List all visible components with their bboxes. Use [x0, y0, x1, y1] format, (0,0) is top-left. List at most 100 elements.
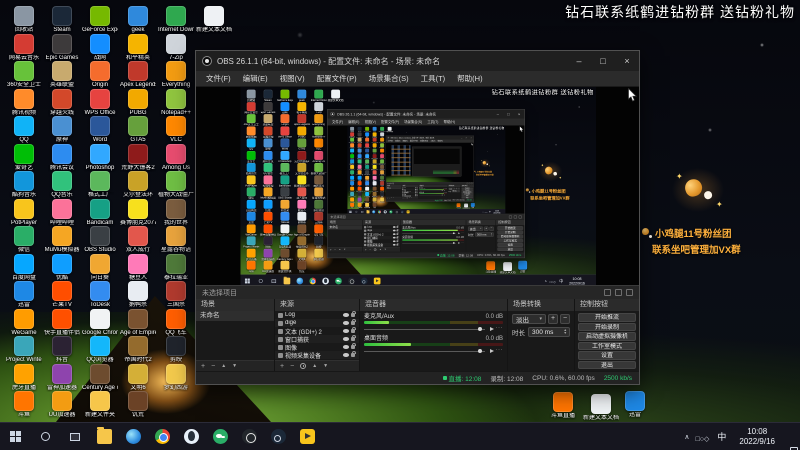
tray-expand-icon[interactable]: ∧: [684, 433, 689, 441]
visibility-icon[interactable]: [343, 337, 349, 341]
source-up-button[interactable]: ▲: [312, 363, 317, 369]
desktop-icon[interactable]: Age of Empires IV: [120, 308, 156, 337]
desktop-icon[interactable]: WeGame: [6, 308, 42, 337]
desktop-icon[interactable]: 百度网盘: [6, 253, 42, 282]
slider-handle[interactable]: [477, 348, 483, 353]
desktop-icon[interactable]: Origin: [82, 61, 118, 89]
grid-mode-icon[interactable]: [615, 289, 622, 296]
desktop-icon[interactable]: 新建文本文档: [583, 394, 619, 422]
desktop-icon[interactable]: 快手直播伴侣: [44, 308, 80, 337]
desktop-icon[interactable]: 梦幻西游: [158, 363, 194, 392]
desktop-icon[interactable]: 饥荒: [120, 391, 156, 419]
taskbar-qq-icon[interactable]: [184, 429, 199, 444]
desktop-icon[interactable]: PUBG: [120, 88, 156, 117]
search-button[interactable]: [30, 423, 60, 450]
desktop-icon[interactable]: 文明6: [120, 363, 156, 392]
desktop-icon[interactable]: Epic Games: [44, 33, 80, 62]
menu-item-5[interactable]: 工具(T): [415, 73, 452, 84]
desktop-icon[interactable]: 和平精英: [120, 33, 156, 62]
scene-up-button[interactable]: ▲: [221, 363, 226, 369]
taskbar-wechat-icon[interactable]: [213, 429, 228, 444]
obs-titlebar[interactable]: OBS 26.1.1 (64-bit, windows) - 配置文件: 未命名…: [196, 51, 639, 71]
obs-preview[interactable]: 回收站 网易云音乐 360安全卫士 腾讯视频 QQ 爱奇艺 酷狗音乐 PotPlayer 微信百…: [196, 87, 639, 285]
desktop-icon[interactable]: QQ浏览器: [82, 336, 118, 364]
desktop-icon[interactable]: geek: [120, 6, 156, 34]
task-view-button[interactable]: [60, 423, 90, 450]
taskbar-obs-icon[interactable]: [242, 429, 257, 444]
menu-item-3[interactable]: 配置文件(P): [311, 73, 363, 84]
desktop-icon[interactable]: Photoshop: [82, 143, 118, 172]
desktop-icon[interactable]: MuMu模拟器: [44, 226, 80, 254]
desktop-icon[interactable]: ToDesk: [82, 281, 118, 309]
input-method-indicator[interactable]: 中: [715, 430, 728, 443]
desktop-icon[interactable]: 芒果TV: [44, 281, 80, 309]
desktop-icon[interactable]: 回收站: [6, 6, 42, 34]
desktop-icon[interactable]: UU加速器: [44, 391, 80, 419]
lock-icon[interactable]: [351, 335, 356, 341]
desktop-icon[interactable]: Everything: [158, 61, 194, 89]
desktop-icon[interactable]: 双人成行: [120, 226, 156, 254]
maximize-button[interactable]: □: [591, 51, 615, 71]
desktop-icon[interactable]: 艾尔登法环: [120, 171, 156, 199]
obs-studio-mode-button[interactable]: 工作室模式: [578, 341, 636, 350]
source-down-button[interactable]: ▼: [323, 363, 328, 369]
desktop-icon[interactable]: PotPlayer: [6, 198, 42, 227]
desktop-icon[interactable]: 抖音: [44, 336, 80, 364]
desktop-icon[interactable]: 新建文本文档: [196, 6, 232, 34]
visibility-icon[interactable]: [343, 353, 349, 357]
taskbar-steam-icon[interactable]: [271, 429, 286, 444]
desktop-icon[interactable]: 虎牙直播: [6, 363, 42, 392]
desktop-icon[interactable]: WPS Office: [82, 88, 118, 117]
close-button[interactable]: ×: [615, 51, 639, 71]
desktop-icon[interactable]: GTA5: [120, 116, 156, 144]
scene-item[interactable]: 未命名: [196, 311, 274, 321]
desktop-icon[interactable]: QQ音乐: [44, 171, 80, 199]
scene-down-button[interactable]: ▼: [232, 363, 237, 369]
lock-icon[interactable]: [351, 351, 356, 357]
desktop-icon[interactable]: 斗鱼: [6, 391, 42, 419]
menu-item-4[interactable]: 场景集合(S): [363, 73, 415, 84]
speaker-icon[interactable]: [490, 326, 494, 331]
desktop-icon[interactable]: 迅雷: [617, 391, 653, 419]
desktop-icon[interactable]: 剪映: [158, 336, 194, 364]
desktop-icon[interactable]: 格式工厂: [82, 171, 118, 199]
obs-settings-button[interactable]: 设置: [578, 351, 636, 360]
transition-select[interactable]: 淡出 ▾: [512, 314, 546, 324]
remove-transition-button[interactable]: −: [560, 314, 570, 324]
channel-options-icon[interactable]: ···: [496, 347, 504, 353]
taskbar-potplayer-icon[interactable]: [300, 429, 315, 444]
volume-slider[interactable]: ···: [364, 325, 503, 332]
menu-item-1[interactable]: 编辑(E): [237, 73, 274, 84]
visibility-icon[interactable]: [343, 321, 349, 325]
lock-icon[interactable]: [351, 343, 356, 349]
desktop-icon[interactable]: 向日葵: [82, 253, 118, 282]
desktop-icon[interactable]: 泰拉瑞亚: [158, 253, 194, 282]
desktop-icon[interactable]: 腾讯视频: [6, 88, 42, 117]
desktop-icon[interactable]: GeForce Experience: [82, 6, 118, 34]
obs-virtual-camera-button[interactable]: 启动虚拟摄像机: [578, 332, 636, 341]
desktop-icon[interactable]: 原神: [44, 116, 80, 144]
taskbar-file-explorer-icon[interactable]: [97, 427, 112, 444]
desktop-icon[interactable]: 新建文件夹: [82, 391, 118, 419]
volume-slider[interactable]: ···: [364, 347, 504, 354]
desktop-icon[interactable]: 360安全卫士: [6, 61, 42, 89]
desktop-icon[interactable]: 鹅鸭杀: [120, 281, 156, 309]
desktop-icon[interactable]: 植物大战僵尸: [158, 171, 194, 199]
desktop-icon[interactable]: 爱奇艺: [6, 143, 42, 172]
desktop-icon[interactable]: 英雄联盟: [44, 61, 80, 89]
desktop-icon[interactable]: QQ: [6, 116, 42, 144]
visibility-icon[interactable]: [343, 313, 349, 317]
desktop-icon[interactable]: 腾讯会议: [44, 143, 80, 172]
add-scene-button[interactable]: +: [201, 363, 205, 370]
source-item[interactable]: 视频采集设备: [275, 351, 359, 360]
add-transition-button[interactable]: +: [548, 314, 558, 324]
taskbar-edge-icon[interactable]: [126, 429, 141, 444]
desktop-icon[interactable]: 赛博朋克2077: [120, 198, 156, 227]
desktop-icon[interactable]: Project Winter: [6, 336, 42, 364]
desktop-icon[interactable]: Century Age of Ashes: [82, 363, 118, 392]
desktop-icon[interactable]: 酷狗音乐: [6, 171, 42, 199]
desktop-icon[interactable]: Bandicam: [82, 198, 118, 227]
desktop-icon[interactable]: 荒野大镖客2: [120, 143, 156, 172]
desktop-icon[interactable]: 迅雷: [6, 281, 42, 309]
desktop-icon[interactable]: 网易云音乐: [6, 33, 42, 62]
